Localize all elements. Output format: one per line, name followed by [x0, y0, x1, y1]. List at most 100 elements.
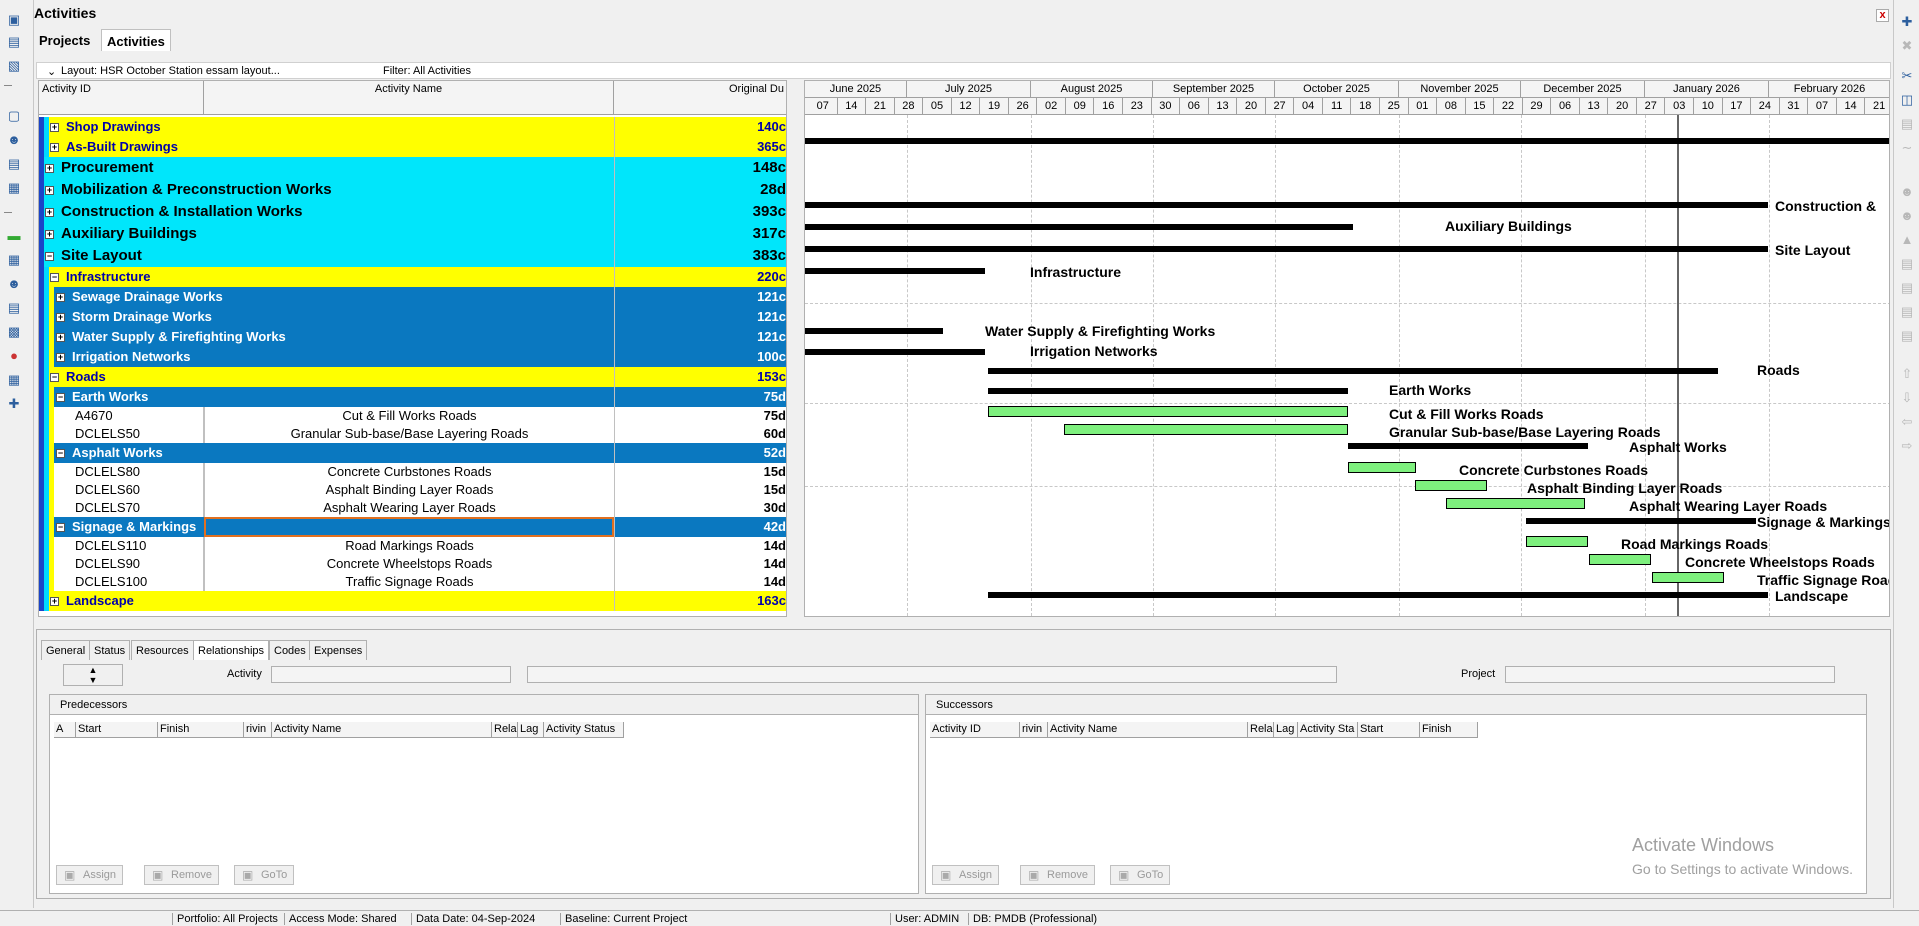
assign-code-icon[interactable]: ▲ — [1899, 232, 1915, 248]
remove-button[interactable]: Remove — [1020, 865, 1095, 885]
activity-name-cell[interactable]: Cut & Fill Works Roads — [204, 407, 614, 425]
close-icon[interactable]: x — [1876, 9, 1889, 22]
assign-button[interactable]: Assign — [56, 865, 124, 885]
duration-cell[interactable]: 14d — [614, 537, 786, 555]
column-header[interactable]: Start — [1358, 722, 1420, 738]
activity-name-cell[interactable]: Traffic Signage Roads — [204, 573, 614, 591]
tab-relationships[interactable]: Relationships — [193, 640, 270, 660]
tools-icon[interactable]: ✚ — [6, 396, 22, 412]
link-icon[interactable]: ∼ — [1899, 140, 1915, 156]
duration-cell[interactable]: 100c — [614, 347, 786, 367]
gantt-activity-bar[interactable] — [1526, 536, 1588, 547]
gantt-summary-bar[interactable] — [805, 224, 1353, 230]
print-icon[interactable]: ▧ — [6, 58, 22, 74]
column-header[interactable]: Activity ID — [39, 81, 204, 115]
duration-cell[interactable]: 14d — [614, 573, 786, 591]
gantt-summary-bar[interactable] — [805, 349, 985, 355]
reports-icon[interactable]: ▤ — [6, 300, 22, 316]
activity-id-cell[interactable]: DCLELS60 — [39, 481, 204, 499]
activity-id-cell[interactable]: Procurement — [39, 157, 599, 179]
activity-id-field[interactable] — [271, 666, 511, 683]
duration-cell[interactable]: 28d — [614, 179, 786, 201]
assign-role-icon[interactable]: ☻ — [1899, 208, 1915, 224]
column-header[interactable]: Original Du — [614, 81, 786, 115]
table-row[interactable]: + Sewage Drainage Works 121c — [39, 287, 786, 307]
gantt-summary-bar[interactable] — [805, 246, 1768, 252]
layout-filter-bar[interactable]: ⌄ Layout: HSR October Station essam layo… — [36, 62, 1891, 79]
assign-document-icon[interactable]: ▤ — [1899, 328, 1915, 344]
table-row[interactable]: DCLELS90 Concrete Wheelstops Roads 14d — [39, 555, 786, 573]
goto-button[interactable]: GoTo — [1110, 865, 1171, 885]
activity-id-cell[interactable]: DCLELS110 — [39, 537, 204, 555]
duration-cell[interactable]: 153c — [614, 367, 786, 387]
tab-status[interactable]: Status — [89, 640, 131, 660]
new-layout-icon[interactable]: ▣ — [6, 12, 22, 28]
table-row[interactable]: − Signage & Markings 42d — [39, 517, 786, 537]
activity-name-cell[interactable]: Road Markings Roads — [204, 537, 614, 555]
move-down-icon[interactable]: ⇩ — [1899, 390, 1915, 406]
column-header[interactable]: Activity Status — [544, 722, 624, 738]
activity-id-cell[interactable]: DCLELS70 — [39, 499, 204, 517]
duration-cell[interactable]: 393c — [614, 201, 786, 223]
open-project-icon[interactable]: ▤ — [6, 34, 22, 50]
activity-id-cell[interactable]: Irrigation Networks — [39, 347, 599, 367]
duration-cell[interactable]: 15d — [614, 463, 786, 481]
tab-general[interactable]: General — [41, 640, 91, 660]
delete-icon[interactable]: ✖ — [1899, 38, 1915, 54]
activity-id-cell[interactable]: Landscape — [39, 591, 599, 611]
gantt-summary-bar[interactable] — [1526, 518, 1756, 524]
gantt-activity-bar[interactable] — [1589, 554, 1651, 565]
duration-cell[interactable]: 140c — [614, 117, 786, 137]
table-row[interactable]: DCLELS80 Concrete Curbstones Roads 15d — [39, 463, 786, 481]
table-row[interactable]: + Irrigation Networks 100c — [39, 347, 786, 367]
gantt-activity-bar[interactable] — [1446, 498, 1585, 509]
column-header[interactable]: Lag — [1274, 722, 1298, 738]
column-header[interactable]: Rela — [492, 722, 518, 738]
tracking-icon[interactable]: ▦ — [6, 372, 22, 388]
table-row[interactable]: − Site Layout 383c — [39, 245, 786, 267]
table-row[interactable]: DCLELS70 Asphalt Wearing Layer Roads 30d — [39, 499, 786, 517]
duration-cell[interactable]: 163c — [614, 591, 786, 611]
gantt-activity-bar[interactable] — [1415, 480, 1487, 491]
wbs-icon[interactable]: ▬ — [6, 228, 22, 244]
add-icon[interactable]: ✚ — [1899, 14, 1915, 30]
activity-id-cell[interactable]: Auxiliary Buildings — [39, 223, 599, 245]
duration-cell[interactable]: 148c — [614, 157, 786, 179]
activity-id-cell[interactable]: DCLELS100 — [39, 573, 204, 591]
activity-name-cell[interactable]: Asphalt Wearing Layer Roads — [204, 499, 614, 517]
activity-id-cell[interactable]: Infrastructure — [39, 267, 599, 287]
activity-id-cell[interactable]: Roads — [39, 367, 599, 387]
chart-icon[interactable]: ▦ — [6, 180, 22, 196]
column-header[interactable]: Rela — [1248, 722, 1274, 738]
column-header[interactable]: A — [54, 722, 76, 738]
tab-projects[interactable]: Projects — [34, 29, 95, 51]
table-row[interactable]: DCLELS100 Traffic Signage Roads 14d — [39, 573, 786, 591]
gantt-activity-bar[interactable] — [1652, 572, 1724, 583]
folder-icon[interactable]: ▢ — [6, 108, 22, 124]
duration-cell[interactable]: 14d — [614, 555, 786, 573]
table-row[interactable]: + As-Built Drawings 365c — [39, 137, 786, 157]
column-header[interactable]: Finish — [158, 722, 244, 738]
chevron-down-icon[interactable]: ⌄ — [47, 65, 56, 78]
column-header[interactable]: Activity Name — [1048, 722, 1248, 738]
column-header[interactable]: Start — [76, 722, 158, 738]
tab-codes[interactable]: Codes — [269, 640, 311, 660]
activity-id-cell[interactable]: Water Supply & Firefighting Works — [39, 327, 599, 347]
table-row[interactable]: − Asphalt Works 52d — [39, 443, 786, 463]
user-icon[interactable]: ☻ — [6, 132, 22, 148]
column-header[interactable]: Activity Sta — [1298, 722, 1358, 738]
duration-cell[interactable]: 220c — [614, 267, 786, 287]
activity-name-cell[interactable]: Concrete Curbstones Roads — [204, 463, 614, 481]
layout-label[interactable]: Layout: HSR October Station essam layout… — [61, 65, 280, 77]
table-row[interactable]: − Earth Works 75d — [39, 387, 786, 407]
tab-resources[interactable]: Resources — [131, 640, 194, 660]
goto-button[interactable]: GoTo — [234, 865, 295, 885]
assign-predecessor-icon[interactable]: ▤ — [1899, 256, 1915, 272]
table-row[interactable]: DCLELS60 Asphalt Binding Layer Roads 15d — [39, 481, 786, 499]
gantt-activity-bar[interactable] — [1064, 424, 1348, 435]
move-up-icon[interactable]: ⇧ — [1899, 366, 1915, 382]
indent-icon[interactable]: ⇨ — [1899, 438, 1915, 454]
tab-expenses[interactable]: Expenses — [309, 640, 368, 660]
gantt-summary-bar[interactable] — [805, 138, 1889, 144]
duration-cell[interactable]: 383c — [614, 245, 786, 267]
